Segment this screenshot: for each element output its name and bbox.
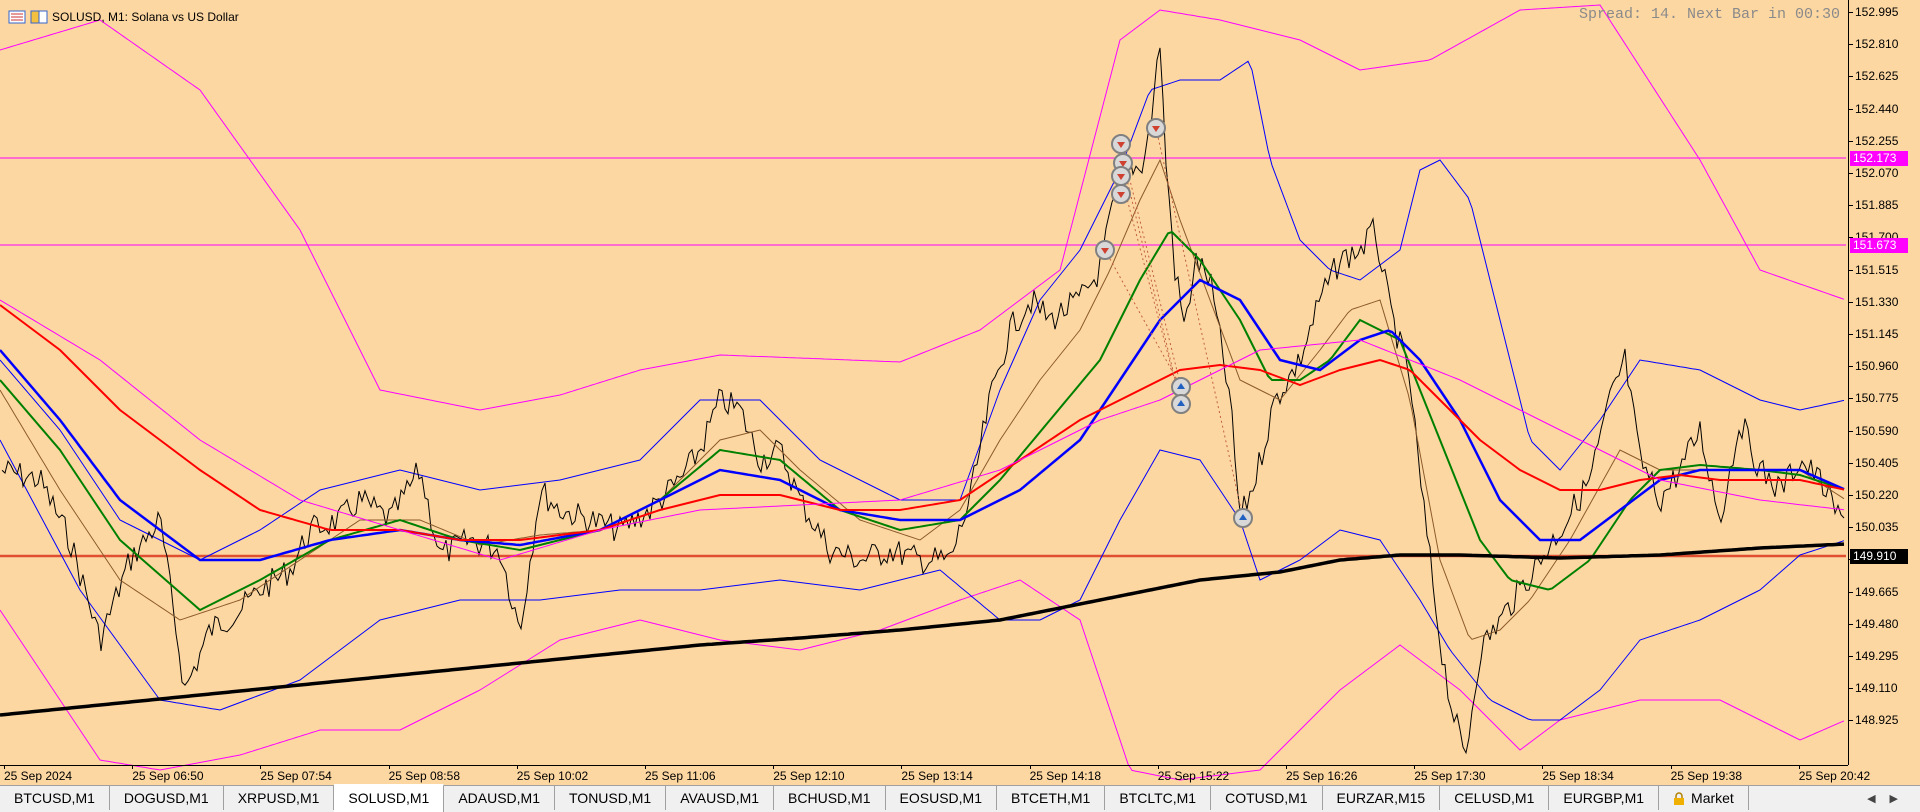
tab-adausd-m1[interactable]: ADAUSD,M1 [444,786,555,810]
tab-solusd-m1[interactable]: SOLUSD,M1 [334,784,445,812]
price-scale[interactable]: 152.995 152.810 152.625 152.440 152.255 152.0… [1848,0,1920,765]
time-tick: 25 Sep 2024 [4,765,73,783]
ma-red-line [0,304,1845,541]
price-level-tag: 149.910 [1850,549,1908,564]
time-tick: 25 Sep 19:38 [1670,765,1742,783]
trade-link-line [1120,175,1182,405]
chart-header: SOLUSD, M1: Solana vs US Dollar [8,10,239,24]
tab-btcltc-m1[interactable]: BTCLTC,M1 [1105,786,1212,810]
time-tick: 25 Sep 15:22 [1157,765,1230,783]
price-tick: 152.625 [1848,69,1899,84]
time-tick: 25 Sep 14:18 [1029,765,1101,783]
tab-market[interactable]: Market [1659,786,1749,810]
tab-bchusd-m1[interactable]: BCHUSD,M1 [774,786,886,810]
tab-tonusd-m1[interactable]: TONUSD,M1 [555,786,667,810]
ma-blue-line [0,278,1845,562]
time-tick: 25 Sep 10:02 [516,765,589,783]
tab-dogusd-m1[interactable]: DOGUSD,M1 [110,786,224,810]
price-chart[interactable] [0,0,1920,785]
price-tick: 152.440 [1848,101,1899,116]
price-level-tag: 151.673 [1850,238,1908,253]
band-lower-line [0,439,1845,721]
time-tick: 25 Sep 13:14 [901,765,973,783]
price-tick: 152.070 [1848,166,1899,180]
tab-cotusd-m1[interactable]: COTUSD,M1 [1211,786,1323,810]
price-tick: 151.885 [1848,198,1899,213]
price-tick: 149.110 [1849,681,1898,696]
time-tick: 25 Sep 06:50 [132,765,204,783]
price-tick: 150.775 [1848,391,1899,406]
tab-scroll-arrows[interactable]: ◀▶ [1867,792,1912,805]
tab-eurzar-m15[interactable]: EURZAR,M15 [1323,786,1441,810]
trade-link-line [1104,249,1182,388]
tab-xrpusd-m1[interactable]: XRPUSD,M1 [224,786,335,810]
tab-eosusd-m1[interactable]: EOSUSD,M1 [886,786,997,810]
price-tick: 150.220 [1848,488,1899,502]
time-tick: 25 Sep 16:26 [1286,765,1358,783]
price-tick: 152.810 [1848,37,1899,52]
spread-info: Spread: 14. Next Bar in 00:30 [1578,6,1840,23]
price-tick: 148.925 [1848,713,1899,728]
price-tick: 150.035 [1848,520,1899,535]
chart-list-icon[interactable] [8,10,26,24]
time-tick: 25 Sep 17:30 [1414,765,1486,783]
price-line [1,47,1845,755]
price-tick: 149.665 [1848,584,1899,599]
price-tick: 149.295 [1848,649,1899,663]
price-tick: 152.255 [1848,133,1899,148]
price-level-tag: 152.173 [1850,151,1908,166]
chart-windows-icon[interactable] [30,10,48,24]
chart-window[interactable]: SOLUSD, M1: Solana vs US Dollar Spread: … [0,0,1920,785]
time-scale[interactable]: 25 Sep 2024 25 Sep 06:50 25 Sep 07:54 25 Se… [0,765,1870,786]
envelope-upper-line [0,4,1845,411]
price-tick: 149.480 [1848,616,1899,631]
tab-eurgbp-m1[interactable]: EURGBP,M1 [1549,786,1660,810]
price-tick: 150.405 [1848,455,1899,470]
tab-avausd-m1[interactable]: AVAUSD,M1 [666,786,775,810]
lock-icon [1674,791,1685,805]
price-tick: 151.145 [1848,327,1899,341]
price-tick: 152.995 [1848,5,1899,19]
trade-link-line [1120,143,1182,388]
time-tick: 25 Sep 08:58 [388,765,460,783]
trade-link-line [1122,162,1182,405]
time-tick: 25 Sep 20:42 [1798,765,1871,783]
band-upper-line [0,60,1845,561]
tab-btcusd-m1[interactable]: BTCUSD,M1 [0,786,110,810]
price-tick: 150.960 [1848,359,1899,374]
market-tab-label: Market [1691,790,1734,806]
envelope-lower-line [0,579,1845,781]
tab-celusd-m1[interactable]: CELUSD,M1 [1440,786,1550,810]
price-tick: 150.590 [1848,423,1899,438]
time-tick: 25 Sep 12:10 [773,765,845,783]
chart-symbol-label: SOLUSD, M1: Solana vs US Dollar [52,10,239,24]
chart-tab-bar: BTCUSD,M1 DOGUSD,M1 XRPUSD,M1 SOLUSD,M1 ADAU… [0,784,1920,812]
time-tick: 25 Sep 18:34 [1542,765,1614,783]
tab-btceth-m1[interactable]: BTCETH,M1 [997,786,1106,810]
price-tick: 151.515 [1848,262,1899,277]
time-tick: 25 Sep 07:54 [260,765,332,783]
time-tick: 25 Sep 11:06 [645,765,716,783]
price-tick: 151.330 [1848,294,1899,309]
ma-green-line [0,230,1845,612]
